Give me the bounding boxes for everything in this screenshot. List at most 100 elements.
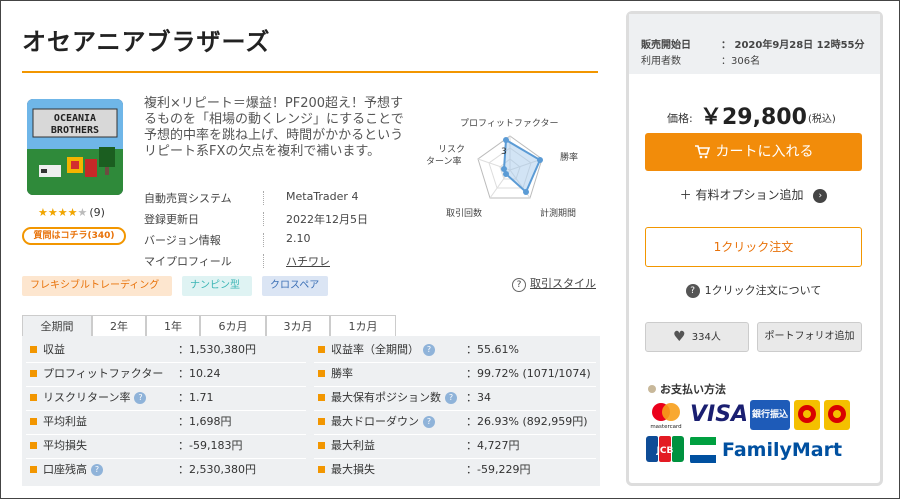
tag-cross-pair[interactable]: クロスペア xyxy=(262,276,328,296)
stat-value: ：1,698円 xyxy=(178,415,232,428)
profile-link[interactable]: ハチワレ xyxy=(286,253,330,269)
stat-label-text: リスクリターン率 xyxy=(43,391,131,404)
radar-chart: 3 プロフィットファクター 勝率 計測期間 取引回数 リスク ターン率 xyxy=(426,118,578,219)
tab-all-period[interactable]: 全期間 xyxy=(22,315,92,337)
stat-label-text: 平均損失 xyxy=(43,439,87,452)
stat-label: 収益率（全期間）? xyxy=(318,341,435,359)
one-click-order-button[interactable]: 1クリック注文 xyxy=(645,227,862,267)
stat-value: ：99.72% (1071/1074) xyxy=(466,367,591,380)
bullet-icon xyxy=(30,441,37,449)
tab-3-months[interactable]: 3カ月 xyxy=(266,315,330,337)
title-divider xyxy=(22,71,598,73)
trading-style-label: 取引スタイル xyxy=(530,277,596,290)
plus-icon: ＋ xyxy=(679,188,692,202)
payment-title-label: お支払い方法 xyxy=(660,383,726,396)
paid-option-link[interactable]: ＋ 有料オプション追加 › xyxy=(645,186,862,203)
star-icons: ★★★★ xyxy=(38,206,78,219)
tag-nanpin[interactable]: ナンピン型 xyxy=(182,276,252,296)
stat-value: ：55.61% xyxy=(466,343,519,356)
bullet-icon xyxy=(318,465,325,473)
tab-6-months[interactable]: 6カ月 xyxy=(200,315,266,337)
tab-2-years[interactable]: 2年 xyxy=(92,315,146,337)
one-click-about-link[interactable]: ? 1クリック注文について xyxy=(645,282,862,298)
favorite-button[interactable]: ♥ 334人 xyxy=(645,322,749,352)
stat-value: ：4,727円 xyxy=(466,439,520,452)
stat-divider xyxy=(314,458,596,459)
mastercard-logo: mastercard xyxy=(646,400,686,430)
trading-style-link[interactable]: ? 取引スタイル xyxy=(512,275,596,292)
radar-label-risk-2: ターン率 xyxy=(426,155,462,167)
stat-label: 最大利益 xyxy=(318,437,375,455)
help-icon[interactable]: ? xyxy=(423,344,435,356)
bullet-icon xyxy=(30,465,37,473)
chevron-right-icon: › xyxy=(813,188,828,203)
users-value: ：306名 xyxy=(721,56,761,67)
info-label: 自動売買システム xyxy=(144,192,232,205)
info-separator xyxy=(263,254,264,268)
stat-label-text: 平均利益 xyxy=(43,415,87,428)
add-portfolio-button[interactable]: ポートフォリオ追加 xyxy=(757,322,862,352)
price-value: ￥29,800 xyxy=(700,105,807,130)
bullet-icon xyxy=(30,393,37,401)
help-icon[interactable]: ? xyxy=(445,392,457,404)
bullet-icon xyxy=(318,369,325,377)
add-to-cart-button[interactable]: カートに入れる xyxy=(645,133,862,171)
convenience-logo-1 xyxy=(794,400,820,430)
info-separator xyxy=(263,212,264,226)
stat-value: ：1,530,380円 xyxy=(178,343,256,356)
image-title-line2: BROTHERS xyxy=(51,125,99,136)
radar-label-period: 計測期間 xyxy=(540,207,576,219)
bullet-icon xyxy=(30,345,37,353)
bullet-icon xyxy=(318,441,325,449)
qa-button[interactable]: 質問はコチラ(340) xyxy=(22,227,126,245)
mastercard-label: mastercard xyxy=(650,424,681,430)
bullet-icon xyxy=(30,417,37,425)
radar-label-win: 勝率 xyxy=(560,151,578,163)
stat-label: 平均利益 xyxy=(30,413,87,431)
stat-divider xyxy=(26,434,306,435)
help-icon[interactable]: ? xyxy=(134,392,147,404)
users-label: 利用者数 xyxy=(641,56,681,67)
info-value: 2022年12月5日 xyxy=(286,213,368,226)
stat-value: ：34 xyxy=(466,391,491,404)
tab-1-month[interactable]: 1カ月 xyxy=(330,315,396,337)
stat-label: 最大ドローダウン? xyxy=(318,413,435,431)
add-to-cart-label: カートに入れる xyxy=(715,144,814,160)
radar-label-trades: 取引回数 xyxy=(446,207,482,219)
info-value: 2.10 xyxy=(286,232,311,245)
stat-label-text: 収益率（全期間） xyxy=(331,343,419,356)
paid-option-label: 有料オプション追加 xyxy=(695,188,804,202)
radar-label-risk-1: リスク xyxy=(438,144,465,155)
visa-logo: VISA xyxy=(690,400,746,430)
image-title-line1: OCEANIA xyxy=(54,113,96,124)
help-icon[interactable]: ? xyxy=(423,416,435,428)
question-icon: ? xyxy=(512,278,526,292)
stat-divider xyxy=(26,386,306,387)
tab-1-year[interactable]: 1年 xyxy=(146,315,200,337)
sale-start-label: 販売開始日 xyxy=(641,40,691,51)
sale-start-value: ： 2020年9月28日 12時55分 xyxy=(721,40,865,51)
stat-label: プロフィットファクター xyxy=(30,365,163,383)
help-icon[interactable]: ? xyxy=(91,464,103,476)
stat-label-text: プロフィットファクター xyxy=(43,367,164,380)
stat-divider xyxy=(314,434,596,435)
familymart-label: FamilyMart xyxy=(722,439,843,461)
info-label: マイプロフィール xyxy=(144,255,232,268)
one-click-about-label: 1クリック注文について xyxy=(704,284,822,297)
stat-divider xyxy=(314,362,596,363)
stat-label-text: 最大利益 xyxy=(331,439,375,452)
jcb-logo: JCB xyxy=(646,436,684,462)
cart-icon xyxy=(694,133,710,171)
stat-divider xyxy=(26,362,306,363)
tag-flexible-trading[interactable]: フレキシブルトレーディング xyxy=(22,276,172,296)
stats-panel: 収益 ：1,530,380円 プロフィットファクター ：10.24 リスクリターン率? ：… xyxy=(22,336,600,486)
info-label: 登録更新日 xyxy=(144,213,199,226)
page-title: オセアニアブラザーズ xyxy=(22,28,271,56)
stat-label: 最大保有ポジション数? xyxy=(318,389,457,407)
stat-label: 平均損失 xyxy=(30,437,87,455)
bullet-icon xyxy=(318,345,325,353)
payment-methods-title: お支払い方法 xyxy=(648,381,726,397)
sale-info: 販売開始日 ： 2020年9月28日 12時55分 利用者数 ：306名 xyxy=(629,14,880,74)
star-empty-icon: ★ xyxy=(77,206,88,219)
stat-label: 収益 xyxy=(30,341,65,359)
